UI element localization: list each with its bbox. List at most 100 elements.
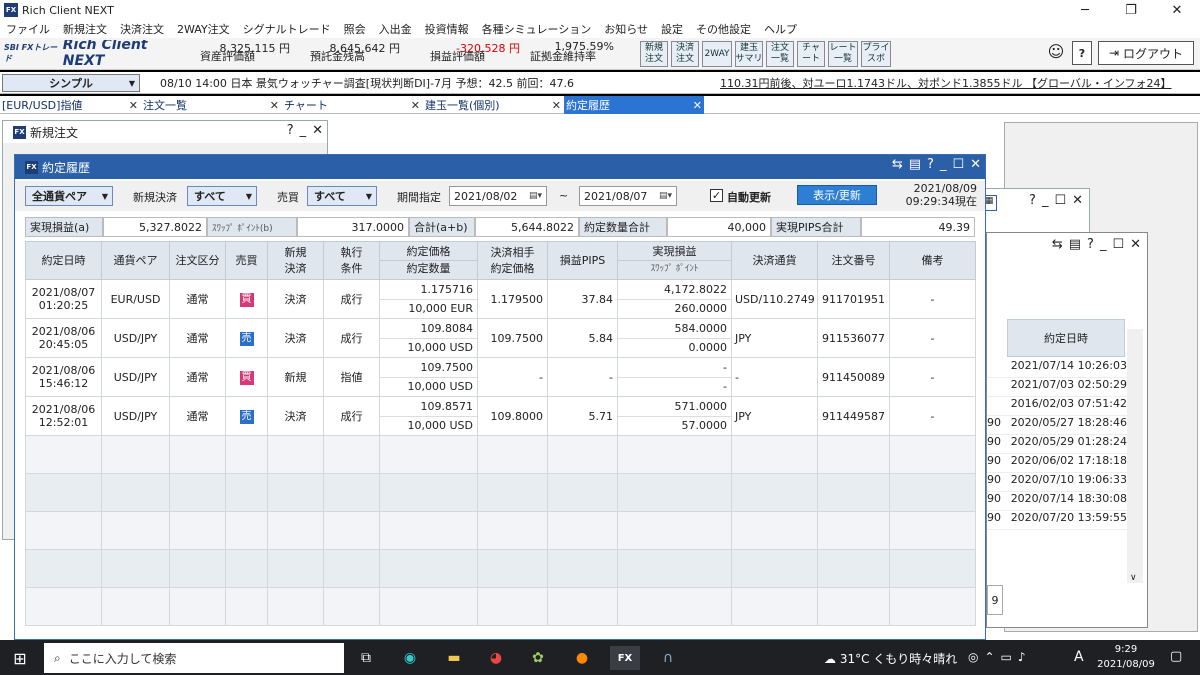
tab-close-icon[interactable]: ✕ bbox=[693, 99, 702, 112]
news-ticker-2[interactable]: 110.31円前後、対ユーロ1.1743ドル、対ポンド1.3855ドル 【グロー… bbox=[720, 75, 1198, 91]
col-order-no[interactable]: 注文番号 bbox=[817, 241, 890, 280]
menu-signal[interactable]: シグナルトレード bbox=[243, 21, 331, 37]
menu-settings[interactable]: 設定 bbox=[661, 21, 683, 37]
menu-close-order[interactable]: 決済注文 bbox=[120, 21, 164, 37]
col-new-close[interactable]: 新規 決済 bbox=[267, 241, 324, 280]
close-icon[interactable]: ✕ bbox=[970, 157, 981, 172]
date-from-input[interactable]: 2021/08/02 ▤▾ bbox=[449, 186, 547, 206]
col-pair[interactable]: 通貨ペア bbox=[101, 241, 170, 280]
windows-start-icon[interactable]: ⊞ bbox=[8, 646, 32, 670]
tab-close-icon[interactable]: ✕ bbox=[129, 99, 138, 112]
tray-icons[interactable]: ◎⌃▭♪ bbox=[968, 650, 1032, 664]
clock[interactable]: 9:29 2021/08/09 bbox=[1096, 642, 1156, 672]
menu-2way[interactable]: 2WAY注文 bbox=[177, 21, 230, 37]
ime-indicator[interactable]: A bbox=[1074, 649, 1084, 665]
tb-close-order-button[interactable]: 決済 注文 bbox=[671, 41, 699, 67]
tab-close-icon[interactable]: ✕ bbox=[552, 99, 561, 112]
notification-icon[interactable]: ▢ bbox=[1170, 649, 1182, 664]
weather-widget[interactable]: ☁ 31°C くもり時々晴れ bbox=[824, 650, 957, 667]
close-icon[interactable]: ✕ bbox=[312, 123, 323, 138]
tb-2way-button[interactable]: 2WAY bbox=[702, 41, 732, 67]
tb-rate-list-button[interactable]: レート 一覧 bbox=[828, 41, 858, 67]
tab-chart[interactable]: チャート ✕ bbox=[282, 96, 422, 114]
col-date[interactable]: 約定日時 bbox=[25, 241, 102, 280]
tb-new-order-button[interactable]: 新規 注文 bbox=[640, 41, 668, 67]
side-row[interactable]: 90 2020/07/10 19:06:33 bbox=[987, 473, 1127, 492]
chevron-down-icon[interactable]: ∨ bbox=[1130, 573, 1137, 583]
news-ticker[interactable]: 08/10 14:00 日本 景気ウォッチャー調査[現状判断DI]-7月 予想：… bbox=[160, 75, 720, 91]
side-row[interactable]: 90 2020/05/27 18:28:46 bbox=[987, 416, 1127, 435]
help-icon[interactable]: ? bbox=[1087, 237, 1094, 252]
link-icon[interactable]: ⇆ bbox=[1052, 237, 1063, 252]
side-row[interactable]: 90 2020/06/02 17:18:18 bbox=[987, 454, 1127, 473]
menu-notice[interactable]: お知らせ bbox=[604, 21, 648, 37]
col-type[interactable]: 注文区分 bbox=[169, 241, 226, 280]
file-explorer-icon[interactable]: ▬ bbox=[442, 646, 466, 670]
side-select[interactable]: すべて ▼ bbox=[307, 186, 377, 206]
col-price-qty[interactable]: 約定価格 約定数量 bbox=[379, 241, 478, 280]
col-condition[interactable]: 執行 条件 bbox=[323, 241, 380, 280]
tab-order-list[interactable]: 注文一覧 ✕ bbox=[141, 96, 281, 114]
app-icon[interactable]: ✿ bbox=[526, 646, 550, 670]
side-row[interactable]: 2021/07/14 10:26:03 bbox=[987, 359, 1127, 378]
pair-select[interactable]: 全通貨ペア ▼ bbox=[25, 186, 113, 206]
menu-info[interactable]: 投資情報 bbox=[425, 21, 469, 37]
col-side[interactable]: 売買 bbox=[225, 241, 268, 280]
close-icon[interactable]: ✕ bbox=[1072, 193, 1083, 208]
tab-execution-history[interactable]: 約定履歴 ✕ bbox=[564, 96, 704, 114]
maximize-button[interactable]: ❐ bbox=[1108, 0, 1154, 20]
maximize-icon[interactable]: ☐ bbox=[952, 157, 964, 172]
tab-close-icon[interactable]: ✕ bbox=[411, 99, 420, 112]
logout-button[interactable]: ⇥ ログアウト bbox=[1098, 41, 1194, 65]
auto-refresh-checkbox[interactable]: ✓ bbox=[710, 189, 723, 202]
minimize-icon[interactable]: _ bbox=[1042, 193, 1049, 208]
minimize-icon[interactable]: _ bbox=[940, 157, 947, 172]
maximize-icon[interactable]: ☐ bbox=[1112, 237, 1124, 252]
menu-simulation[interactable]: 各種シミュレーション bbox=[482, 21, 592, 37]
tab-positions[interactable]: 建玉一覧(個別) ✕ bbox=[423, 96, 563, 114]
close-icon[interactable]: ✕ bbox=[1130, 237, 1141, 252]
menu-other-settings[interactable]: その他設定 bbox=[696, 21, 751, 37]
col-note[interactable]: 備考 bbox=[889, 241, 976, 280]
help-button[interactable]: ? bbox=[1072, 41, 1092, 65]
table-row[interactable]: 2021/08/06 20:45:05 USD/JPY 通常 売 決済 成行 10… bbox=[25, 318, 976, 358]
menu-help[interactable]: ヘルプ bbox=[764, 21, 797, 37]
edge-icon[interactable]: ◉ bbox=[398, 646, 422, 670]
app-n-icon[interactable]: ∩ bbox=[656, 646, 680, 670]
side-pager[interactable]: 9 bbox=[987, 585, 1003, 615]
close-button[interactable]: ✕ bbox=[1154, 0, 1200, 20]
firefox-icon[interactable]: ● bbox=[570, 646, 594, 670]
menu-new-order[interactable]: 新規注文 bbox=[63, 21, 107, 37]
menu-inquiry[interactable]: 照会 bbox=[344, 21, 366, 37]
help-icon[interactable]: ? bbox=[1029, 193, 1036, 208]
tb-chart-button[interactable]: チャ ート bbox=[797, 41, 825, 67]
col-currency[interactable]: 決済通貨 bbox=[731, 241, 818, 280]
date-to-input[interactable]: 2021/08/07 ▤▾ bbox=[579, 186, 677, 206]
table-row[interactable]: 2021/08/06 12:52:01 USD/JPY 通常 売 決済 成行 10… bbox=[25, 396, 976, 436]
side-row[interactable]: 90 2020/05/29 01:28:24 bbox=[987, 435, 1127, 454]
side-scrollbar[interactable]: ∨ bbox=[1127, 329, 1143, 583]
col-counter-price[interactable]: 決済相手 約定価格 bbox=[477, 241, 548, 280]
tb-position-summary-button[interactable]: 建玉 サマリ bbox=[735, 41, 763, 67]
table-row[interactable]: 2021/08/06 15:46:12 USD/JPY 通常 買 新規 指値 10… bbox=[25, 357, 976, 397]
refresh-button[interactable]: 表示/更新 bbox=[797, 185, 877, 205]
fx-taskbar-icon[interactable]: FX bbox=[610, 646, 640, 670]
col-pips[interactable]: 損益PIPS bbox=[547, 241, 618, 280]
support-icon[interactable]: ☺ bbox=[1044, 42, 1068, 66]
side-column-header[interactable]: 約定日時 bbox=[1007, 319, 1125, 357]
minimize-button[interactable]: ─ bbox=[1062, 0, 1108, 20]
link-icon[interactable]: ⇆ bbox=[892, 157, 903, 172]
new-close-select[interactable]: すべて ▼ bbox=[187, 186, 257, 206]
chrome-icon[interactable]: ◕ bbox=[484, 646, 508, 670]
help-icon[interactable]: ? bbox=[927, 157, 934, 172]
csv-icon[interactable]: ▤ bbox=[1069, 237, 1081, 252]
tb-order-list-button[interactable]: 注文 一覧 bbox=[766, 41, 794, 67]
menu-file[interactable]: ファイル bbox=[6, 21, 50, 37]
side-row[interactable]: 2021/07/03 02:50:29 bbox=[987, 378, 1127, 397]
minimize-icon[interactable]: _ bbox=[1100, 237, 1107, 252]
task-view-icon[interactable]: ⧉ bbox=[354, 646, 378, 670]
view-mode-select[interactable]: シンプル ▼ bbox=[2, 74, 140, 92]
minimize-icon[interactable]: _ bbox=[300, 123, 307, 138]
side-row[interactable]: 2016/02/03 07:51:42 bbox=[987, 397, 1127, 416]
maximize-icon[interactable]: ☐ bbox=[1054, 193, 1066, 208]
